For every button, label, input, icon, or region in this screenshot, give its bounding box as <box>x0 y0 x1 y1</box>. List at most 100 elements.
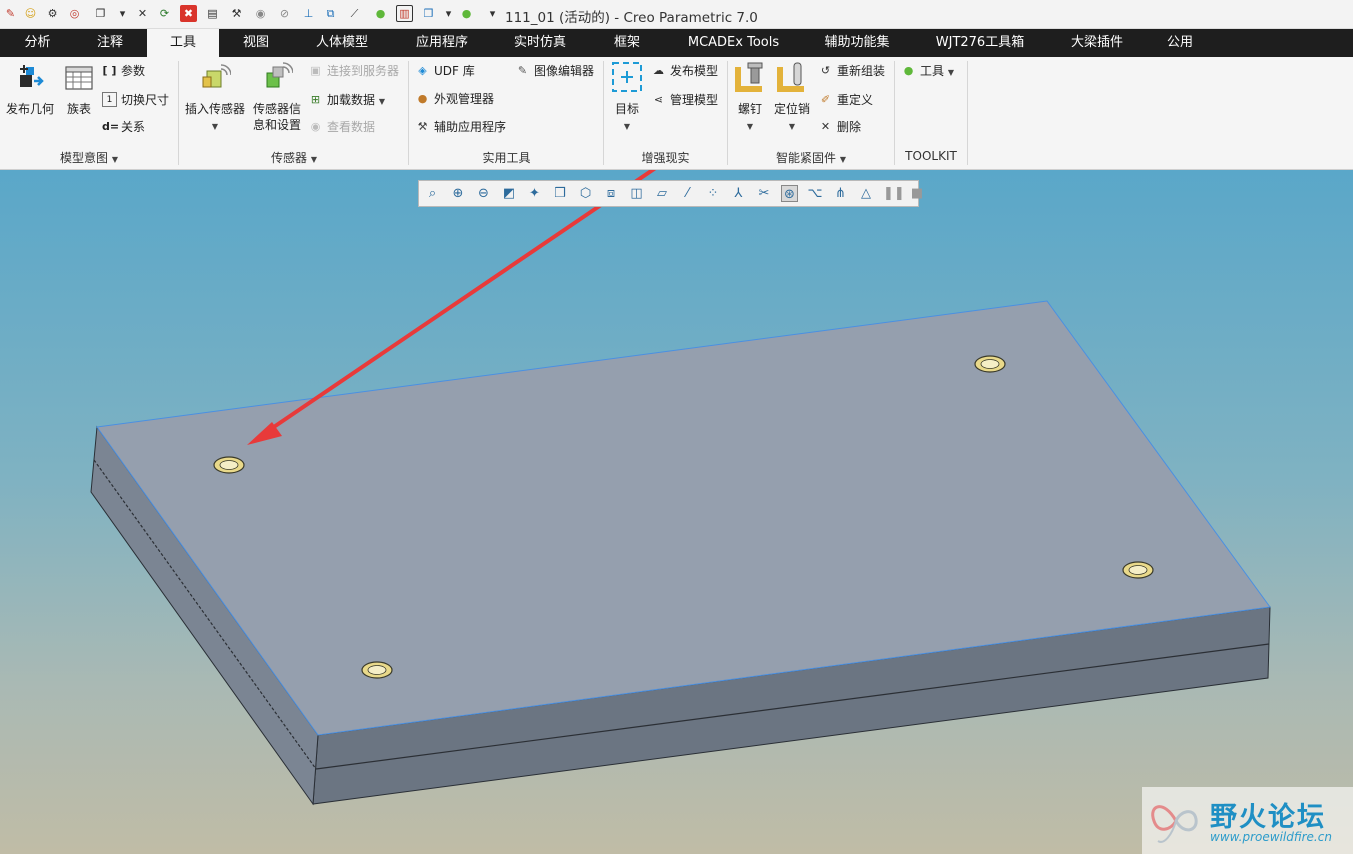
error-close-icon[interactable]: ✖ <box>180 5 197 22</box>
tools-dropdown-button[interactable]: ● 工具 ▼ <box>901 61 954 81</box>
graphics-viewport[interactable]: ⌕ ⊕ ⊖ ◩ ✦ ❒ ⬡ ⧈ ◫ ▱ ⁄ ⁘ ⅄ ✂ ⊛ ⌥ ⋔ △ ❚❚ ■ 野火论坛 www.proewildf… <box>0 170 1353 854</box>
relations-icon: d= <box>102 120 120 133</box>
appearance-manager-button[interactable]: ● 外观管理器 <box>415 89 494 109</box>
cube-icon[interactable]: ❒ <box>420 5 437 22</box>
eye-icon[interactable]: ◉ <box>252 5 269 22</box>
redefine-label: 重定义 <box>837 93 874 107</box>
simulation-icon[interactable]: △ <box>858 185 875 202</box>
reassemble-label: 重新组装 <box>837 64 886 78</box>
smiley-icon[interactable]: ☺ <box>22 5 39 22</box>
display-style-icon[interactable]: ✦ <box>526 185 543 202</box>
delete-button[interactable]: ✕ 删除 <box>818 117 861 137</box>
connections-icon[interactable]: ⋔ <box>832 185 849 202</box>
measure-icon[interactable]: ⟋ <box>346 5 363 22</box>
ribbon: 发布几何 族表 [ ] 参数 1 切换尺寸 d= 关系 模型意图 ▼ 插入传感器 ▼ <box>0 57 1353 170</box>
gears-icon[interactable]: ⚙ <box>44 5 61 22</box>
tab-common[interactable]: 公用 <box>1146 29 1214 57</box>
redefine-button[interactable]: ✐ 重定义 <box>818 90 873 110</box>
publish-geometry-icon <box>14 61 46 93</box>
tab-applications[interactable]: 应用程序 <box>393 29 491 57</box>
named-views-icon[interactable]: ⬡ <box>577 185 594 202</box>
hammer-icon[interactable]: ⚒ <box>228 5 245 22</box>
tab-live-simulation[interactable]: 实时仿真 <box>491 29 589 57</box>
hole <box>213 456 245 474</box>
axis-display-icon[interactable]: ⁄ <box>679 185 696 202</box>
publish-geometry-button[interactable]: 发布几何 <box>4 61 56 117</box>
tab-manikin[interactable]: 人体模型 <box>291 29 393 57</box>
switch-dimensions-button[interactable]: 1 切换尺寸 <box>102 90 169 110</box>
zoom-in-icon[interactable]: ⊕ <box>450 185 467 202</box>
saved-orientations-icon[interactable]: ❒ <box>552 185 569 202</box>
parameters-icon: [ ] <box>102 64 117 77</box>
color-palette-icon[interactable]: ▥ <box>396 5 413 22</box>
refit-icon[interactable]: ⌕ <box>424 185 441 202</box>
share-icon: ⋖ <box>653 93 664 106</box>
tab-girder-plugin[interactable]: 大梁插件 <box>1048 29 1146 57</box>
parameters-button[interactable]: [ ] 参数 <box>102 61 145 81</box>
perspective-icon[interactable]: ⧈ <box>603 185 620 202</box>
image-editor-label: 图像编辑器 <box>534 64 595 78</box>
view-data-button[interactable]: ◉ 查看数据 <box>308 117 375 137</box>
tab-framework[interactable]: 框架 <box>589 29 665 57</box>
datum-icon[interactable]: ⊥ <box>300 5 317 22</box>
close-windows-icon[interactable]: ✕ <box>134 5 151 22</box>
fasteners-group-label[interactable]: 智能紧固件 ▼ <box>728 149 894 166</box>
connect-server-button[interactable]: ▣ 连接到服务器 <box>308 61 399 81</box>
target-button[interactable]: 目标 ▼ <box>609 61 645 135</box>
green-light-icon[interactable]: ● <box>372 5 389 22</box>
insert-sensor-button[interactable]: 插入传感器 ▼ <box>183 61 247 135</box>
tab-tools[interactable]: 工具 <box>147 29 219 57</box>
model-canvas <box>90 170 1271 806</box>
table-icon <box>63 61 95 93</box>
screw-button[interactable]: 螺钉 ▼ <box>732 61 768 135</box>
relations-button[interactable]: d= 关系 <box>102 117 145 137</box>
group-separator <box>894 61 895 165</box>
sensors-group-label[interactable]: 传感器 ▼ <box>180 149 408 166</box>
watermark-url: www.proewildfire.cn <box>1210 830 1332 844</box>
csys-display-icon[interactable]: ⅄ <box>730 185 747 202</box>
parameters-icon[interactable]: ▤ <box>204 5 221 22</box>
spin-center-icon[interactable]: ⊛ <box>781 185 798 202</box>
tab-view[interactable]: 视图 <box>221 29 291 57</box>
view-data-label: 查看数据 <box>327 120 376 134</box>
tab-annotate[interactable]: 注释 <box>75 29 145 57</box>
model-intent-group-label[interactable]: 模型意图 ▼ <box>0 149 178 166</box>
regenerate-icon[interactable]: ⟳ <box>156 5 173 22</box>
sensor-settings-icon <box>261 61 294 93</box>
dropdown-icon[interactable]: ▾ <box>114 5 131 22</box>
ar-group-label: 增强现实 <box>641 151 690 165</box>
target-icon[interactable]: ◎ <box>66 5 83 22</box>
window-arrange-icon[interactable]: ❐ <box>92 5 109 22</box>
tree-icon[interactable]: ⌥ <box>807 185 824 202</box>
repaint-icon[interactable]: ◩ <box>501 185 518 202</box>
eye-slash-icon[interactable]: ⊘ <box>276 5 293 22</box>
publish-model-button[interactable]: ☁ 发布模型 <box>651 61 718 81</box>
annotation-display-icon[interactable]: ✂ <box>756 185 773 202</box>
stop-icon[interactable]: ■ <box>909 185 926 202</box>
tab-auxiliary-functions[interactable]: 辅助功能集 <box>802 29 912 57</box>
sensor-info-label: 传感器信 息和设置 <box>252 102 301 132</box>
plane-display-icon[interactable]: ▱ <box>654 185 671 202</box>
zoom-out-icon[interactable]: ⊖ <box>475 185 492 202</box>
image-editor-button[interactable]: ✎ 图像编辑器 <box>515 61 594 81</box>
tab-mcadex-tools[interactable]: MCADEx Tools <box>665 29 802 57</box>
family-table-button[interactable]: 族表 <box>60 61 98 117</box>
green-light-icon[interactable]: ● <box>458 5 475 22</box>
dropdown-icon[interactable]: ▾ <box>440 5 457 22</box>
auxiliary-apps-button[interactable]: ⚒ 辅助应用程序 <box>415 117 506 137</box>
tab-analysis[interactable]: 分析 <box>0 29 75 57</box>
reassemble-button[interactable]: ↺ 重新组装 <box>818 61 885 81</box>
load-data-button[interactable]: ⊞ 加载数据 ▼ <box>308 90 385 110</box>
sensor-info-button[interactable]: 传感器信 息和设置 <box>250 61 304 133</box>
customize-dropdown-icon[interactable]: ▾ <box>484 5 501 22</box>
copy-datum-icon[interactable]: ⧉ <box>322 5 339 22</box>
dowel-button[interactable]: 定位销 ▼ <box>772 61 812 135</box>
point-display-icon[interactable]: ⁘ <box>705 185 722 202</box>
section-icon[interactable]: ◫ <box>628 185 645 202</box>
pencil-icon[interactable]: ✎ <box>2 5 19 22</box>
pause-icon[interactable]: ❚❚ <box>883 185 905 202</box>
cloud-icon: ☁ <box>653 64 664 77</box>
manage-model-button[interactable]: ⋖ 管理模型 <box>651 90 718 110</box>
tab-wjt276-toolbox[interactable]: WJT276工具箱 <box>912 29 1048 57</box>
udf-library-button[interactable]: ◈ UDF 库 <box>415 61 474 81</box>
